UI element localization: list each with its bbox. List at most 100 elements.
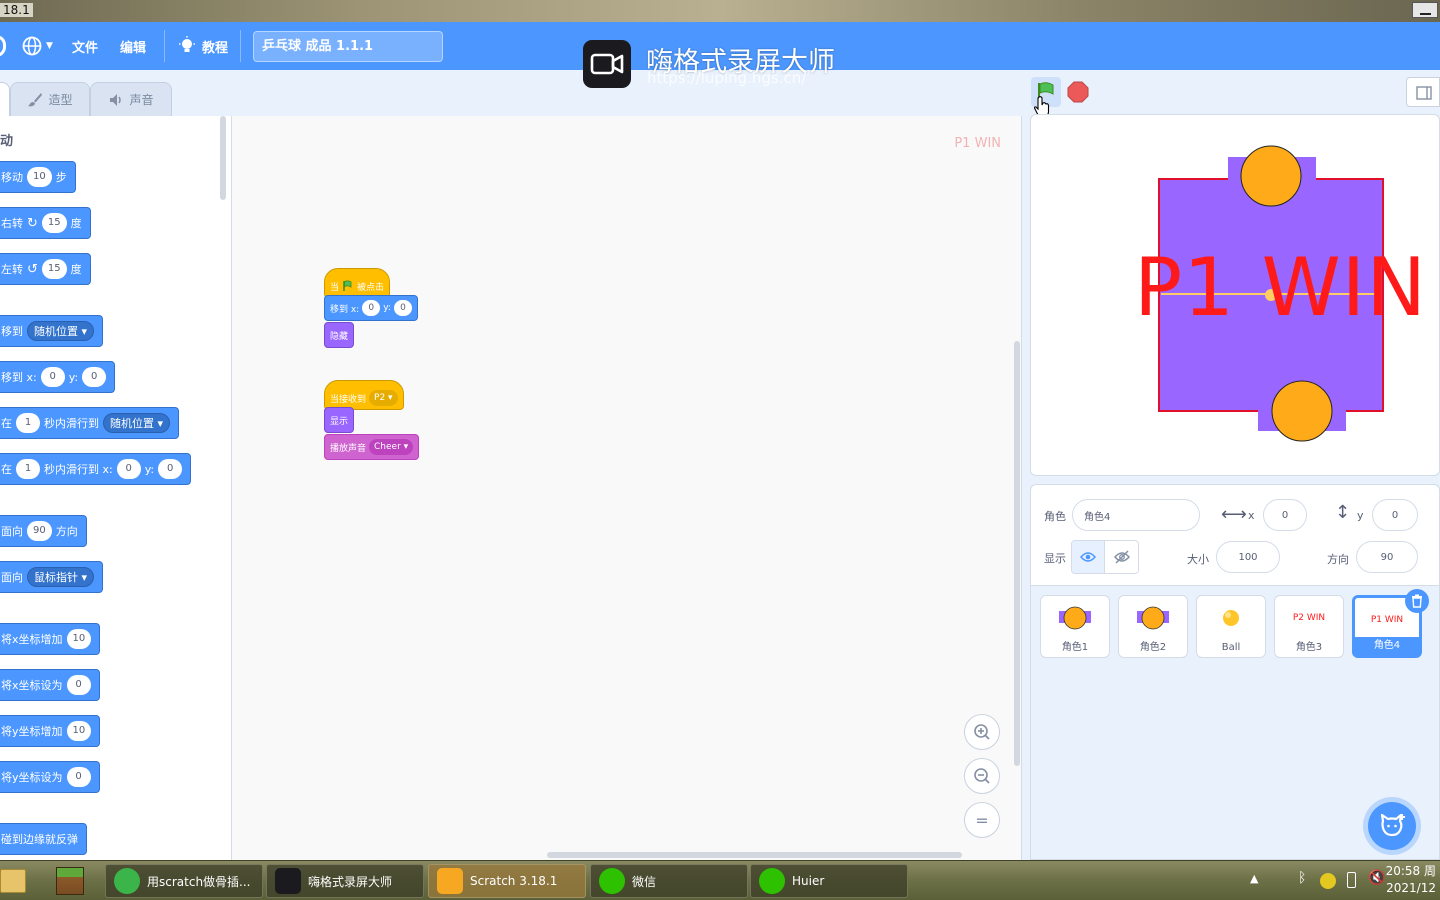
taskbar-clock[interactable]: 20:58 周 2021/12	[1386, 863, 1436, 897]
block-input[interactable]: 1	[16, 459, 40, 479]
zoom-out-button[interactable]	[964, 758, 1000, 794]
x-input[interactable]: 0	[362, 300, 381, 316]
paintbrush-icon	[28, 92, 43, 106]
sprite-thumbnail	[1041, 600, 1109, 636]
palette-block-turn-left[interactable]: 左转 ↺ 15 度	[0, 253, 91, 285]
play-sound-block[interactable]: 播放声音 Cheer ▾	[324, 434, 420, 460]
y-input[interactable]: 0	[1372, 499, 1418, 531]
thumbnail-text: P1 WIN	[1370, 615, 1404, 625]
language-menu[interactable]: ▼	[22, 22, 53, 70]
bluetooth-icon[interactable]: ᛒ	[1298, 870, 1306, 886]
palette-block-goto-random[interactable]: 移到 随机位置 ▾	[0, 315, 104, 347]
palette-block-point-towards[interactable]: 面向 鼠标指针 ▾	[0, 561, 104, 593]
palette-scrollbar[interactable]	[220, 116, 226, 200]
goto-xy-block[interactable]: 移到 x: 0 y: 0	[324, 295, 418, 321]
tab-costumes[interactable]: 造型	[10, 82, 90, 116]
tutorials-menu[interactable]: 教程	[178, 22, 228, 70]
sprite-tile-1[interactable]: 角色1	[1040, 595, 1110, 658]
y-input[interactable]: 0	[393, 300, 412, 316]
sprite-name-input[interactable]: 角色4	[1072, 499, 1200, 531]
taskbar-item-scratch[interactable]: Scratch 3.18.1	[428, 864, 586, 898]
volume-muted-icon[interactable]: 🔇	[1368, 870, 1385, 886]
paddle-bottom[interactable]	[1271, 380, 1333, 442]
palette-block-change-y[interactable]: 将y坐标增加 10	[0, 715, 101, 747]
block-text: y:	[144, 462, 155, 476]
folder-icon[interactable]	[0, 869, 26, 893]
palette-block-point-direction[interactable]: 面向 90 方向	[0, 515, 87, 547]
project-title-input[interactable]: 乒乓球 成品 1.1.1	[253, 31, 443, 62]
message-dropdown[interactable]: P2 ▾	[369, 390, 398, 406]
add-sprite-button[interactable]	[1368, 802, 1416, 850]
taskbar-item-recorder[interactable]: 嗨格式录屏大师	[266, 864, 424, 898]
block-input[interactable]: 90	[27, 521, 52, 541]
stage-canvas[interactable]: P1 WIN	[1030, 114, 1440, 476]
when-receive-block[interactable]: 当接收到 P2 ▾	[324, 380, 404, 410]
block-input[interactable]: 10	[66, 629, 92, 649]
wechat-icon	[759, 868, 785, 894]
hide-block[interactable]: 隐藏	[324, 322, 355, 348]
block-input[interactable]: 10	[66, 721, 92, 741]
paddle-top[interactable]	[1240, 145, 1302, 207]
when-flag-clicked-block[interactable]: 当 被点击	[324, 268, 391, 298]
block-input[interactable]: 0	[66, 767, 91, 787]
block-dropdown[interactable]: 随机位置 ▾	[103, 413, 171, 433]
palette-block-change-x[interactable]: 将x坐标增加 10	[0, 623, 101, 655]
palette-block-glide-xy[interactable]: 在 1 秒内滑行到 x: 0 y: 0	[0, 453, 192, 485]
palette-block-move[interactable]: 移动 10 步	[0, 161, 76, 193]
block-input[interactable]: 0	[116, 459, 141, 479]
sprite-tile-ball[interactable]: Ball	[1196, 595, 1266, 658]
palette-block-goto-xy[interactable]: 移到 x: 0 y: 0	[0, 361, 116, 393]
delete-sprite-button[interactable]	[1405, 589, 1429, 613]
battery-icon[interactable]	[1347, 872, 1356, 888]
rotate-left-icon: ↺	[27, 261, 38, 277]
edit-menu[interactable]: 编辑	[120, 22, 146, 70]
block-input[interactable]: 10	[27, 167, 52, 187]
taskbar-item-huier[interactable]: Huier	[750, 864, 908, 898]
block-text: 将x坐标增加	[1, 633, 63, 646]
code-workspace[interactable]: P1 WIN 当 被点击 移到 x: 0 y: 0 隐藏 当接收到 P2 ▾ 显…	[232, 116, 1022, 860]
x-input[interactable]: 0	[1263, 499, 1307, 531]
taskbar-label: 嗨格式录屏大师	[308, 874, 393, 889]
stage-size-toggle[interactable]	[1406, 77, 1440, 107]
palette-block-turn-right[interactable]: 右转 ↻ 15 度	[0, 207, 91, 239]
window-title: 18.1	[0, 3, 33, 17]
scratch-icon	[437, 868, 463, 894]
block-input[interactable]: 0	[158, 459, 183, 479]
file-menu[interactable]: 文件	[72, 22, 98, 70]
block-input[interactable]: 15	[41, 213, 67, 233]
tab-code[interactable]	[0, 82, 10, 116]
security-icon[interactable]	[1320, 873, 1336, 889]
minimize-button[interactable]	[1412, 2, 1438, 18]
block-input[interactable]: 0	[66, 675, 91, 695]
palette-block-glide-random[interactable]: 在 1 秒内滑行到 随机位置 ▾	[0, 407, 180, 439]
sprite-tile-name: 角色2	[1139, 642, 1167, 653]
block-dropdown[interactable]: 鼠标指针 ▾	[27, 567, 95, 587]
sprite-tile-3[interactable]: P2 WIN 角色3	[1274, 595, 1344, 658]
block-input[interactable]: 0	[40, 367, 65, 387]
show-sprite-button[interactable]	[1072, 541, 1106, 573]
taskbar-item-browser[interactable]: 用scratch做骨插...	[105, 864, 263, 898]
block-input[interactable]: 0	[82, 367, 107, 387]
block-dropdown[interactable]: 随机位置 ▾	[27, 321, 95, 341]
tray-expand-icon[interactable]: ▲	[1250, 872, 1258, 885]
palette-block-set-y[interactable]: 将y坐标设为 0	[0, 761, 100, 793]
taskbar-item-wechat[interactable]: 微信	[590, 864, 748, 898]
size-input[interactable]: 100	[1216, 541, 1280, 573]
show-block[interactable]: 显示	[324, 407, 355, 433]
minecraft-icon[interactable]	[56, 867, 84, 895]
sound-dropdown[interactable]: Cheer ▾	[369, 439, 414, 455]
block-input[interactable]: 1	[16, 413, 40, 433]
sprite-tile-2[interactable]: 角色2	[1118, 595, 1188, 658]
zoom-reset-button[interactable]: =	[964, 802, 1000, 838]
zoom-in-button[interactable]	[964, 714, 1000, 750]
tab-sounds[interactable]: 声音	[90, 82, 172, 116]
code-horizontal-scrollbar[interactable]	[547, 852, 962, 858]
hide-sprite-button[interactable]	[1105, 541, 1138, 573]
scratch-logo[interactable]	[0, 22, 6, 70]
palette-block-set-x[interactable]: 将x坐标设为 0	[0, 669, 100, 701]
block-input[interactable]: 15	[41, 259, 67, 279]
palette-block-bounce[interactable]: 碰到边缘就反弹	[0, 823, 87, 855]
stop-button[interactable]	[1067, 81, 1089, 103]
direction-input[interactable]: 90	[1356, 541, 1418, 573]
code-vertical-scrollbar[interactable]	[1014, 341, 1020, 766]
